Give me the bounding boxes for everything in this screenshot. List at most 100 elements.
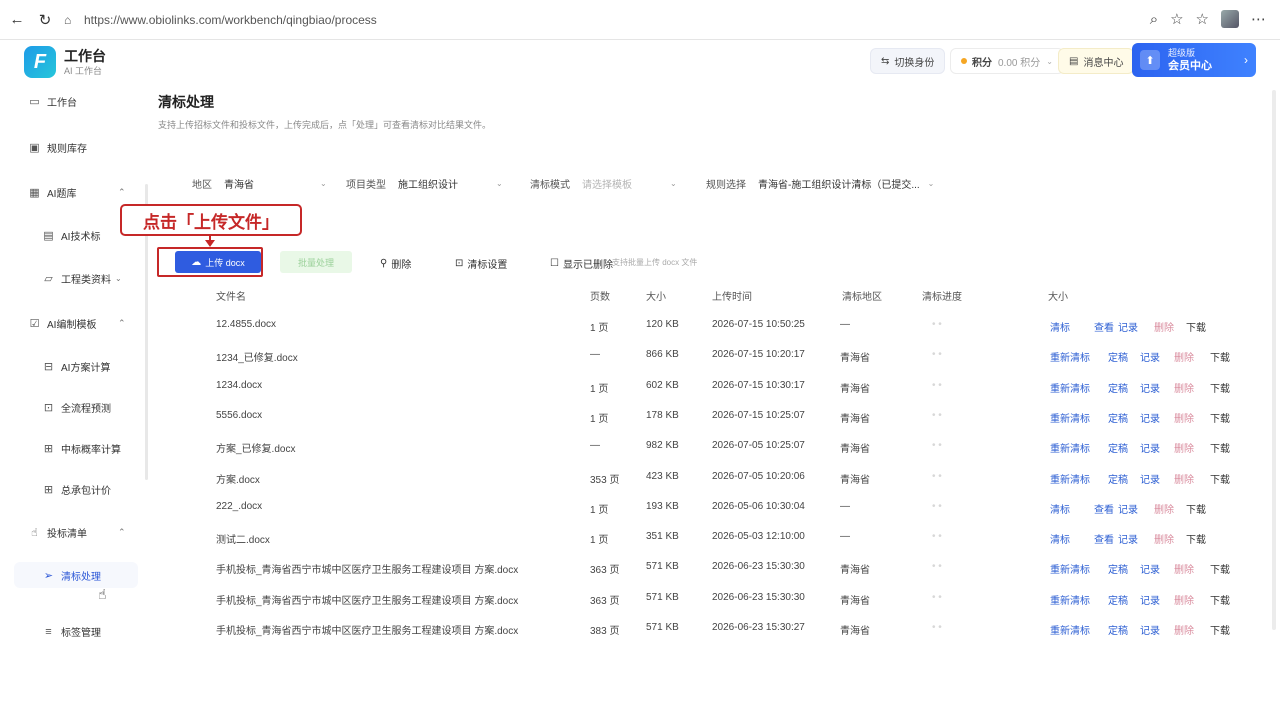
- row-action-1[interactable]: 定稿: [1108, 622, 1128, 637]
- logo-icon[interactable]: F: [24, 46, 56, 78]
- col-pages[interactable]: 页数: [590, 288, 610, 303]
- site-info-icon[interactable]: ⌂: [64, 13, 78, 27]
- row-action-2[interactable]: 记录: [1118, 319, 1138, 334]
- favorites-icon[interactable]: ☆: [1196, 10, 1209, 28]
- row-action-3[interactable]: 删除: [1154, 531, 1174, 546]
- table-row[interactable]: 手机投标_青海省西宁市城中区医疗卫生服务工程建设项目 方案.docx 383 页 5…: [150, 617, 1270, 641]
- row-action-0[interactable]: 清标: [1050, 531, 1070, 546]
- col-upload-time[interactable]: 上传时间: [712, 288, 752, 303]
- row-action-4[interactable]: 下载: [1210, 592, 1230, 607]
- row-action-2[interactable]: 记录: [1140, 349, 1160, 364]
- table-row[interactable]: 5556.docx 1 页 178 KB 2026-07-15 10:25:07 青海省…: [150, 405, 1270, 429]
- table-row[interactable]: 1234_已修复.docx — 866 KB 2026-07-15 10:20:17 青…: [150, 344, 1270, 368]
- row-action-4[interactable]: 下载: [1210, 622, 1230, 637]
- filter-project-type[interactable]: 项目类型 施工组织设计 ⌄: [346, 176, 503, 191]
- row-action-4[interactable]: 下载: [1186, 501, 1206, 516]
- row-action-0[interactable]: 重新清标: [1050, 592, 1090, 607]
- sidebar-item-workbench[interactable]: ▭ 工作台: [28, 94, 77, 109]
- row-action-3[interactable]: 删除: [1174, 380, 1194, 395]
- row-action-3[interactable]: 删除: [1174, 622, 1194, 637]
- table-row[interactable]: 12.4855.docx 1 页 120 KB 2026-07-15 10:50:25…: [150, 314, 1270, 338]
- clearing-settings-button[interactable]: ⊡ 清标设置: [455, 256, 507, 271]
- row-action-1[interactable]: 定稿: [1108, 561, 1128, 576]
- row-action-4[interactable]: 下载: [1210, 410, 1230, 425]
- sidebar-item-general-contract[interactable]: ⊞ 总承包计价: [42, 482, 111, 497]
- row-action-4[interactable]: 下载: [1210, 349, 1230, 364]
- delete-button[interactable]: ⚲ 删除: [380, 256, 411, 271]
- show-deleted-toggle[interactable]: ☐ 显示已删除: [550, 256, 613, 271]
- filter-region[interactable]: 地区 青海省 ⌄: [192, 176, 327, 191]
- row-action-3[interactable]: 删除: [1174, 349, 1194, 364]
- row-action-3[interactable]: 删除: [1154, 501, 1174, 516]
- row-action-2[interactable]: 记录: [1140, 561, 1160, 576]
- row-action-1[interactable]: 定稿: [1108, 471, 1128, 486]
- page-scrollbar[interactable]: [1272, 90, 1276, 630]
- table-row[interactable]: 测试二.docx 1 页 351 KB 2026-05-03 12:10:00 — • •…: [150, 526, 1270, 550]
- col-size[interactable]: 大小: [646, 288, 666, 303]
- row-action-3[interactable]: 删除: [1174, 410, 1194, 425]
- table-row[interactable]: 手机投标_青海省西宁市城中区医疗卫生服务工程建设项目 方案.docx 363 页 5…: [150, 556, 1270, 580]
- sidebar-item-ai-calc[interactable]: ⊟ AI方案计算: [42, 359, 111, 374]
- row-action-3[interactable]: 删除: [1174, 440, 1194, 455]
- reload-icon[interactable]: ↻: [34, 9, 56, 31]
- batch-process-button[interactable]: 批量处理: [280, 251, 352, 273]
- vip-center-button[interactable]: ⬆ 超级版 会员中心 ›: [1132, 43, 1256, 77]
- row-action-2[interactable]: 记录: [1118, 531, 1138, 546]
- zoom-icon[interactable]: ⌕: [1150, 11, 1158, 28]
- row-action-0[interactable]: 清标: [1050, 319, 1070, 334]
- message-center-button[interactable]: ▤ 消息中心: [1058, 48, 1135, 74]
- profile-avatar[interactable]: [1221, 10, 1239, 28]
- row-action-1[interactable]: 定稿: [1108, 349, 1128, 364]
- col-filename[interactable]: 文件名: [216, 288, 246, 303]
- table-row[interactable]: 方案_已修复.docx — 982 KB 2026-07-05 10:25:07 青海省…: [150, 435, 1270, 459]
- row-action-2[interactable]: 记录: [1140, 380, 1160, 395]
- row-action-1[interactable]: 定稿: [1108, 410, 1128, 425]
- sidebar-item-tag-management[interactable]: ≡ 标签管理: [42, 624, 101, 640]
- row-action-1[interactable]: 查看: [1094, 531, 1114, 546]
- more-icon[interactable]: ⋯: [1251, 10, 1266, 28]
- row-action-1[interactable]: 查看: [1094, 319, 1114, 334]
- row-action-2[interactable]: 记录: [1140, 410, 1160, 425]
- row-action-2[interactable]: 记录: [1118, 501, 1138, 516]
- row-action-1[interactable]: 定稿: [1108, 440, 1128, 455]
- sidebar-item-rules[interactable]: ▣ 规则库存: [28, 140, 87, 155]
- address-bar[interactable]: ⌂ https://www.obiolinks.com/workbench/qi…: [64, 13, 377, 27]
- row-action-0[interactable]: 重新清标: [1050, 410, 1090, 425]
- table-row[interactable]: 手机投标_青海省西宁市城中区医疗卫生服务工程建设项目 方案.docx 363 页 5…: [150, 587, 1270, 611]
- star-icon[interactable]: ☆: [1170, 10, 1183, 28]
- row-action-0[interactable]: 重新清标: [1050, 380, 1090, 395]
- row-action-2[interactable]: 记录: [1140, 592, 1160, 607]
- points-dropdown[interactable]: 积分 0.00 积分 ⌄: [950, 48, 1064, 74]
- table-row[interactable]: 1234.docx 1 页 602 KB 2026-07-15 10:30:17 青海省…: [150, 375, 1270, 399]
- sidebar-item-forecast[interactable]: ⊡ 全流程预测: [42, 400, 111, 415]
- row-action-0[interactable]: 重新清标: [1050, 349, 1090, 364]
- row-action-2[interactable]: 记录: [1140, 622, 1160, 637]
- row-action-0[interactable]: 重新清标: [1050, 440, 1090, 455]
- row-action-4[interactable]: 下载: [1210, 380, 1230, 395]
- col-progress[interactable]: 清标进度: [922, 288, 962, 303]
- sidebar-item-win-probability[interactable]: ⊞ 中标概率计算: [42, 441, 121, 456]
- sidebar-item-bid-clearing[interactable]: ➢ 清标处理: [14, 562, 138, 588]
- row-action-0[interactable]: 重新清标: [1050, 561, 1090, 576]
- row-action-1[interactable]: 定稿: [1108, 592, 1128, 607]
- row-action-2[interactable]: 记录: [1140, 440, 1160, 455]
- row-action-1[interactable]: 定稿: [1108, 380, 1128, 395]
- filter-template[interactable]: 清标模式 请选择模板 ⌄: [530, 176, 677, 191]
- row-action-4[interactable]: 下载: [1186, 319, 1206, 334]
- switch-identity-button[interactable]: ⇆ 切换身份: [870, 48, 946, 74]
- row-action-0[interactable]: 清标: [1050, 501, 1070, 516]
- row-action-3[interactable]: 删除: [1154, 319, 1174, 334]
- row-action-4[interactable]: 下载: [1186, 531, 1206, 546]
- row-action-2[interactable]: 记录: [1140, 471, 1160, 486]
- table-row[interactable]: 方案.docx 353 页 423 KB 2026-07-05 10:20:06 青海省…: [150, 466, 1270, 490]
- sidebar-item-ai-library[interactable]: ▦ AI题库 ⌃: [28, 185, 125, 200]
- row-action-4[interactable]: 下载: [1210, 440, 1230, 455]
- sidebar-item-engineering-docs[interactable]: ▱ 工程类资料 ⌄: [42, 271, 121, 286]
- filter-rule[interactable]: 规则选择 青海省-施工组织设计清标（已提交... ⌄: [706, 176, 934, 191]
- sidebar-item-ai-template[interactable]: ☑ AI编制模板 ⌃: [28, 316, 126, 331]
- row-action-0[interactable]: 重新清标: [1050, 471, 1090, 486]
- row-action-4[interactable]: 下载: [1210, 471, 1230, 486]
- sidebar-item-bid-list[interactable]: ☝ 投标清单 ⌃: [28, 525, 125, 540]
- row-action-4[interactable]: 下载: [1210, 561, 1230, 576]
- row-action-3[interactable]: 删除: [1174, 561, 1194, 576]
